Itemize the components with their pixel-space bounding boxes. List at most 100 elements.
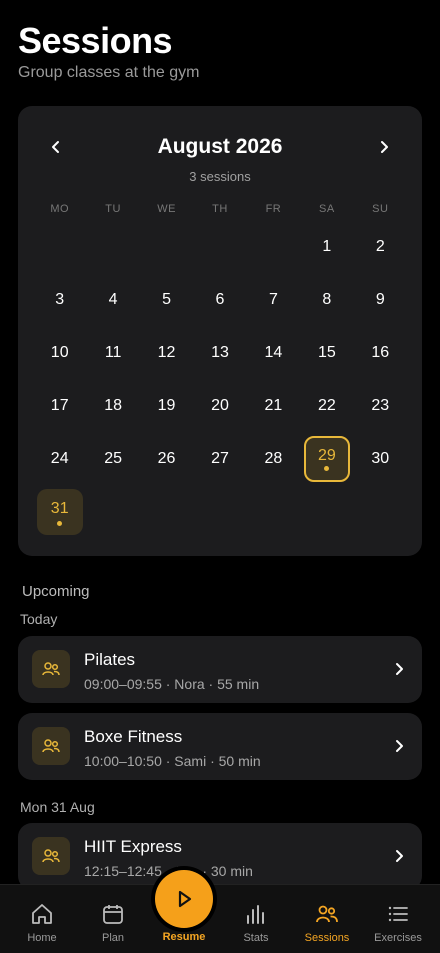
calendar-day-box: 12 [144,330,190,376]
upcoming-label: Upcoming [22,583,90,600]
group-class-icon [32,727,70,765]
tab-exercises[interactable]: Exercises [367,885,429,953]
session-title: HIIT Express [84,837,182,856]
tab-sessions[interactable]: Sessions [296,885,358,953]
calendar-day[interactable]: 29 [300,432,353,485]
calendar-day-number: 22 [317,396,336,414]
calendar-day[interactable]: 19 [140,379,193,432]
calendar-day-box: 8 [304,277,350,323]
tab-sessions-label: Sessions [304,932,350,944]
calendar-day[interactable]: 17 [33,379,86,432]
calendar-day[interactable]: 30 [354,432,407,485]
calendar-day-number: 3 [55,290,65,308]
calendar-day-number: 12 [157,343,176,361]
calendar-day-box: 7 [250,277,296,323]
calendar-day-number: 2 [375,237,385,255]
session-title: Pilates [84,650,136,669]
calendar-day[interactable]: 20 [193,379,246,432]
calendar-day[interactable]: 11 [86,326,139,379]
calendar-day[interactable]: 15 [300,326,353,379]
calendar-day[interactable]: 24 [33,432,86,485]
calendar-day[interactable]: 8 [300,273,353,326]
calendar-day[interactable]: 3 [33,273,86,326]
calendar-day-number: 27 [211,449,229,467]
calendar-day-box: 2 [357,224,403,270]
calendar-day[interactable]: 16 [354,326,407,379]
calendar-month: August 2026 [157,135,283,158]
calendar-day-box: 29 [303,435,350,482]
tab-exercises-label: Exercises [374,932,422,944]
calendar-day-number: 25 [104,449,123,467]
page-subtitle: Group classes at the gym [18,64,200,81]
group-label-today: Today [20,611,58,627]
tab-stats[interactable]: Stats [225,885,287,953]
calendar-day[interactable]: 13 [193,326,246,379]
calendar-day-box: 16 [357,330,403,376]
calendar-day-box: 6 [197,277,243,323]
calendar-day-box: 17 [37,383,83,429]
weekday-label: MO [50,203,70,215]
calendar-day[interactable]: 12 [140,326,193,379]
calendar-day[interactable]: 2 [354,220,407,273]
calendar-day-box: 22 [304,383,350,429]
calendar-day[interactable]: 31 [33,485,86,538]
calendar-day-number: 26 [157,449,176,467]
calendar-day[interactable]: 9 [354,273,407,326]
tab-plan[interactable]: Plan [82,885,144,953]
calendar: August 2026 3 sessions MO TU WE TH FR SA… [18,106,422,556]
next-month-button[interactable] [369,132,399,162]
session-card[interactable]: Pilates 09:00–09:55 · Nora · 55 min [18,636,422,703]
calendar-day[interactable]: 23 [354,379,407,432]
resume-label: Resume [162,931,206,943]
calendar-day-number: 31 [50,499,69,517]
calendar-empty-cell [33,220,86,273]
calendar-day-number: 30 [371,449,390,467]
calendar-day[interactable]: 22 [300,379,353,432]
calendar-day-box: 9 [357,277,403,323]
calendar-day[interactable]: 28 [247,432,300,485]
calendar-day[interactable]: 4 [86,273,139,326]
calendar-empty-cell [86,220,139,273]
calendar-day[interactable]: 14 [247,326,300,379]
session-count: 3 sessions [189,169,251,184]
calendar-day[interactable]: 26 [140,432,193,485]
resume-button[interactable] [155,870,213,928]
calendar-day[interactable]: 27 [193,432,246,485]
tab-home[interactable]: Home [11,885,73,953]
calendar-day-box: 13 [197,330,243,376]
session-card[interactable]: HIIT Express 12:15–12:45 · Ana · 30 min [18,823,422,890]
group-class-icon [32,837,70,875]
list-icon [388,906,408,922]
calendar-day-box: 28 [250,436,296,482]
calendar-day[interactable]: 1 [300,220,353,273]
calendar-day-number: 29 [317,446,336,464]
calendar-day[interactable]: 21 [247,379,300,432]
calendar-day[interactable]: 6 [193,273,246,326]
group-class-icon [32,650,70,688]
session-card[interactable]: Boxe Fitness 10:00–10:50 · Sami · 50 min [18,713,422,780]
calendar-day[interactable]: 25 [86,432,139,485]
calendar-day-number: 8 [322,290,332,308]
weekday-label: FR [265,203,282,215]
calendar-day-number: 15 [317,343,336,361]
tab-home-label: Home [27,932,57,944]
session-meta: 09:00–09:55 · Nora · 55 min [84,676,260,692]
calendar-day[interactable]: 5 [140,273,193,326]
group-icon [316,905,338,923]
calendar-day-number: 5 [162,290,172,308]
calendar-day-box: 24 [37,436,83,482]
calendar-day[interactable]: 10 [33,326,86,379]
calendar-icon [103,905,123,924]
calendar-day-number: 23 [371,396,390,414]
calendar-day-number: 6 [215,290,225,308]
calendar-day-number: 13 [211,343,229,361]
group-label-date: Mon 31 Aug [20,799,95,815]
calendar-day-number: 4 [108,290,118,308]
calendar-day[interactable]: 7 [247,273,300,326]
session-title: Boxe Fitness [84,727,183,746]
calendar-day-box: 21 [250,383,296,429]
calendar-day[interactable]: 18 [86,379,139,432]
calendar-day-box: 26 [144,436,190,482]
chevron-right-icon [396,850,403,862]
bar-chart-icon [247,905,264,924]
